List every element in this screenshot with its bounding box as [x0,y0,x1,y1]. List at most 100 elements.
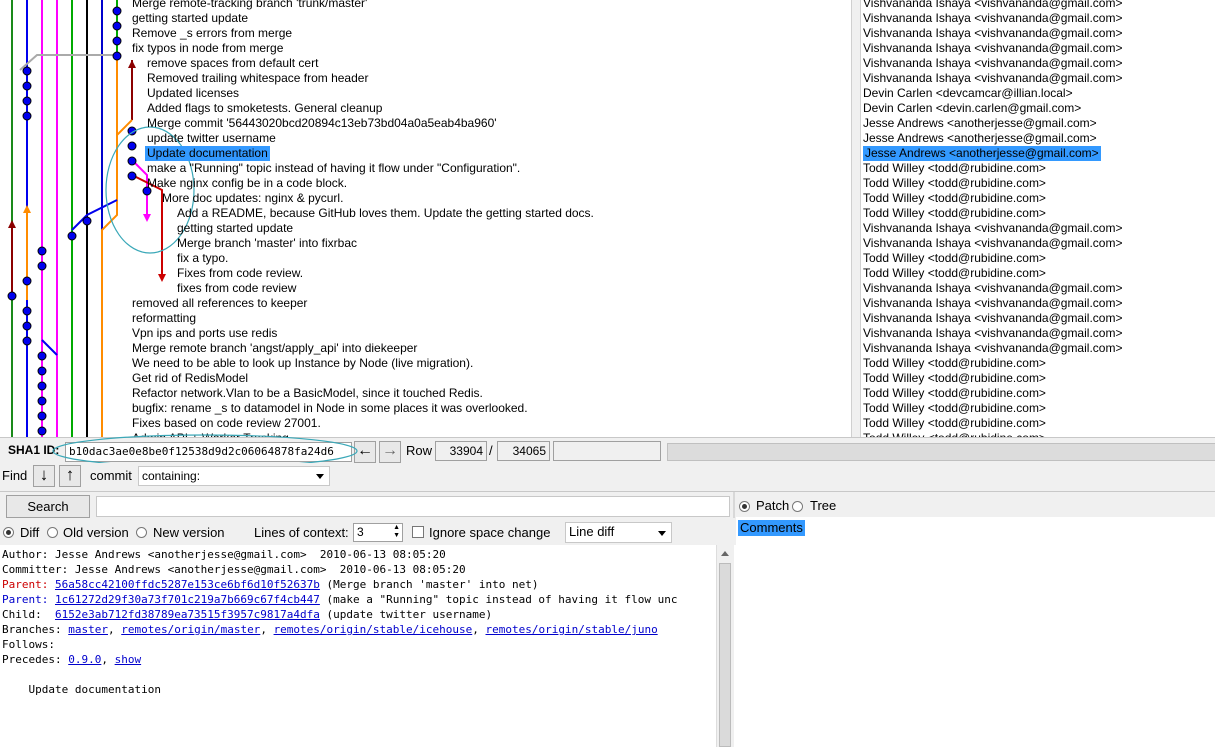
author-list[interactable]: Vishvananda Ishaya <vishvananda@gmail.co… [860,0,1215,437]
commit-row[interactable]: make a "Running" topic instead of having… [147,161,520,176]
stepper-arrows-icon[interactable]: ▲ ▼ [393,524,400,540]
commit-row[interactable]: fixes from code review [177,281,296,296]
commit-row[interactable]: Refactor network.Vlan to be a BasicModel… [132,386,483,401]
author-row[interactable]: Vishvananda Ishaya <vishvananda@gmail.co… [863,71,1122,86]
author-row[interactable]: Vishvananda Ishaya <vishvananda@gmail.co… [863,326,1122,341]
author-row[interactable]: Todd Willey <todd@rubidine.com> [863,191,1046,206]
find-filter-select[interactable]: containing: [138,466,330,486]
search-input[interactable] [96,496,730,517]
parent-link[interactable]: 56a58cc42100ffdc5287e153ce6bf6d10f52637b [55,578,320,591]
commit-row[interactable]: Update documentation [145,146,270,161]
commit-row[interactable]: Fixes from code review. [177,266,303,281]
author-row[interactable]: Jesse Andrews <anotherjesse@gmail.com> [863,131,1097,146]
author-row[interactable]: Vishvananda Ishaya <vishvananda@gmail.co… [863,56,1122,71]
commit-row[interactable]: getting started update [177,221,293,236]
commit-row[interactable]: remove spaces from default cert [147,56,318,71]
branch-link[interactable]: remotes/origin/stable/juno [486,623,658,636]
commit-row[interactable]: Removed trailing whitespace from header [147,71,368,86]
author-row[interactable]: Vishvananda Ishaya <vishvananda@gmail.co… [863,11,1122,26]
branch-link[interactable]: remotes/origin/master [121,623,260,636]
old-version-radio[interactable] [47,527,58,538]
commit-row[interactable]: fix typos in node from merge [132,41,283,56]
author-row[interactable]: Vishvananda Ishaya <vishvananda@gmail.co… [863,0,1122,11]
author-row[interactable]: Devin Carlen <devcamcar@illian.local> [863,86,1073,101]
author-row[interactable]: Devin Carlen <devin.carlen@gmail.com> [863,101,1081,116]
author-row[interactable]: Vishvananda Ishaya <vishvananda@gmail.co… [863,281,1122,296]
diff-label[interactable]: Diff [20,525,39,540]
commit-row[interactable]: Remove _s errors from merge [132,26,292,41]
parent-link[interactable]: 1c61272d29f30a73f701c219a7b669c67f4cb447 [55,593,320,606]
author-row[interactable]: Todd Willey <todd@rubidine.com> [863,161,1046,176]
commit-row[interactable]: Merge remote-tracking branch 'trunk/mast… [132,0,367,11]
diff-mode-select[interactable]: Line diff [565,522,672,543]
commit-row[interactable]: fix a typo. [177,251,228,266]
tag-link[interactable]: show [115,653,142,666]
new-version-label[interactable]: New version [153,525,225,540]
author-row[interactable]: Todd Willey <todd@rubidine.com> [863,401,1046,416]
author-row[interactable]: Jesse Andrews <anotherjesse@gmail.com> [863,146,1101,161]
child-line: Child: 6152e3ab712fd38789ea73515f3957c98… [2,607,492,622]
right-pane-splitter[interactable] [733,492,735,519]
commit-row[interactable]: reformatting [132,311,196,326]
commit-row[interactable]: Merge commit '56443020bcd20894c13eb73bd0… [147,116,497,131]
author-row[interactable]: Vishvananda Ishaya <vishvananda@gmail.co… [863,41,1122,56]
scroll-up-icon[interactable] [721,551,729,556]
commit-row[interactable]: Add a README, because GitHub loves them.… [177,206,594,221]
find-prev-button[interactable]: ↑ [59,465,81,487]
author-row[interactable]: Vishvananda Ishaya <vishvananda@gmail.co… [863,311,1122,326]
find-next-button[interactable]: ↓ [33,465,55,487]
branch-link[interactable]: master [68,623,108,636]
commit-row[interactable]: bugfix: rename _s to datamodel in Node i… [132,401,528,416]
forward-button[interactable]: → [379,441,401,463]
commit-row[interactable]: update twitter username [147,131,276,146]
search-button[interactable]: Search [6,495,90,518]
author-row[interactable]: Vishvananda Ishaya <vishvananda@gmail.co… [863,26,1122,41]
old-version-label[interactable]: Old version [63,525,129,540]
author-row[interactable]: Vishvananda Ishaya <vishvananda@gmail.co… [863,236,1122,251]
commit-row[interactable]: getting started update [132,11,248,26]
commit-row[interactable]: Make nginx config be in a code block. [147,176,347,191]
commit-row[interactable]: Merge branch 'master' into fixrbac [177,236,357,251]
tree-label[interactable]: Tree [810,498,836,513]
patch-radio[interactable] [739,501,750,512]
commit-row[interactable]: Merge remote branch 'angst/apply_api' in… [132,341,417,356]
ignore-space-checkbox[interactable] [412,526,424,538]
author-row[interactable]: Todd Willey <todd@rubidine.com> [863,371,1046,386]
author-row[interactable]: Vishvananda Ishaya <vishvananda@gmail.co… [863,221,1122,236]
author-row[interactable]: Todd Willey <todd@rubidine.com> [863,176,1046,191]
diff-radio[interactable] [3,527,14,538]
author-row[interactable]: Vishvananda Ishaya <vishvananda@gmail.co… [863,296,1122,311]
tree-radio[interactable] [792,501,803,512]
commit-row[interactable]: Updated licenses [147,86,239,101]
arrow-up-icon: ↑ [65,465,75,484]
commit-row[interactable]: Added flags to smoketests. General clean… [147,101,382,116]
new-version-radio[interactable] [136,527,147,538]
commit-row[interactable]: More doc updates: nginx & pycurl. [162,191,343,206]
author-row[interactable]: Jesse Andrews <anotherjesse@gmail.com> [863,116,1097,131]
child-link[interactable]: 6152e3ab712fd38789ea73515f3957c9817a4dfa [55,608,320,621]
commit-row[interactable]: removed all references to keeper [132,296,307,311]
author-row[interactable]: Todd Willey <todd@rubidine.com> [863,416,1046,431]
author-row[interactable]: Todd Willey <todd@rubidine.com> [863,251,1046,266]
author-row[interactable]: Todd Willey <todd@rubidine.com> [863,356,1046,371]
commit-row[interactable]: Get rid of RedisModel [132,371,248,386]
author-row[interactable]: Todd Willey <todd@rubidine.com> [863,386,1046,401]
find-mode[interactable]: commit [90,468,132,483]
commit-row[interactable]: Fixes based on code review 27001. [132,416,321,431]
ignore-space-label[interactable]: Ignore space change [429,525,550,540]
comments-item[interactable]: Comments [738,520,805,536]
patch-label[interactable]: Patch [756,498,789,513]
file-list-pane[interactable]: Comments [736,517,1215,747]
author-row[interactable]: Todd Willey <todd@rubidine.com> [863,206,1046,221]
commit-details[interactable]: Author: Jesse Andrews <anotherjesse@gmai… [0,545,716,747]
commit-row[interactable]: Vpn ips and ports use redis [132,326,277,341]
commit-list[interactable]: Merge remote-tracking branch 'trunk/mast… [0,0,851,437]
commit-row[interactable]: We need to be able to look up Instance b… [132,356,473,371]
details-scrollbar[interactable] [716,545,734,747]
author-row[interactable]: Todd Willey <todd@rubidine.com> [863,266,1046,281]
tag-link[interactable]: 0.9.0 [68,653,101,666]
author-row[interactable]: Vishvananda Ishaya <vishvananda@gmail.co… [863,341,1122,356]
branch-link[interactable]: remotes/origin/stable/icehouse [274,623,473,636]
scroll-thumb[interactable] [719,563,731,747]
context-stepper[interactable]: 3 ▲ ▼ [353,523,403,542]
